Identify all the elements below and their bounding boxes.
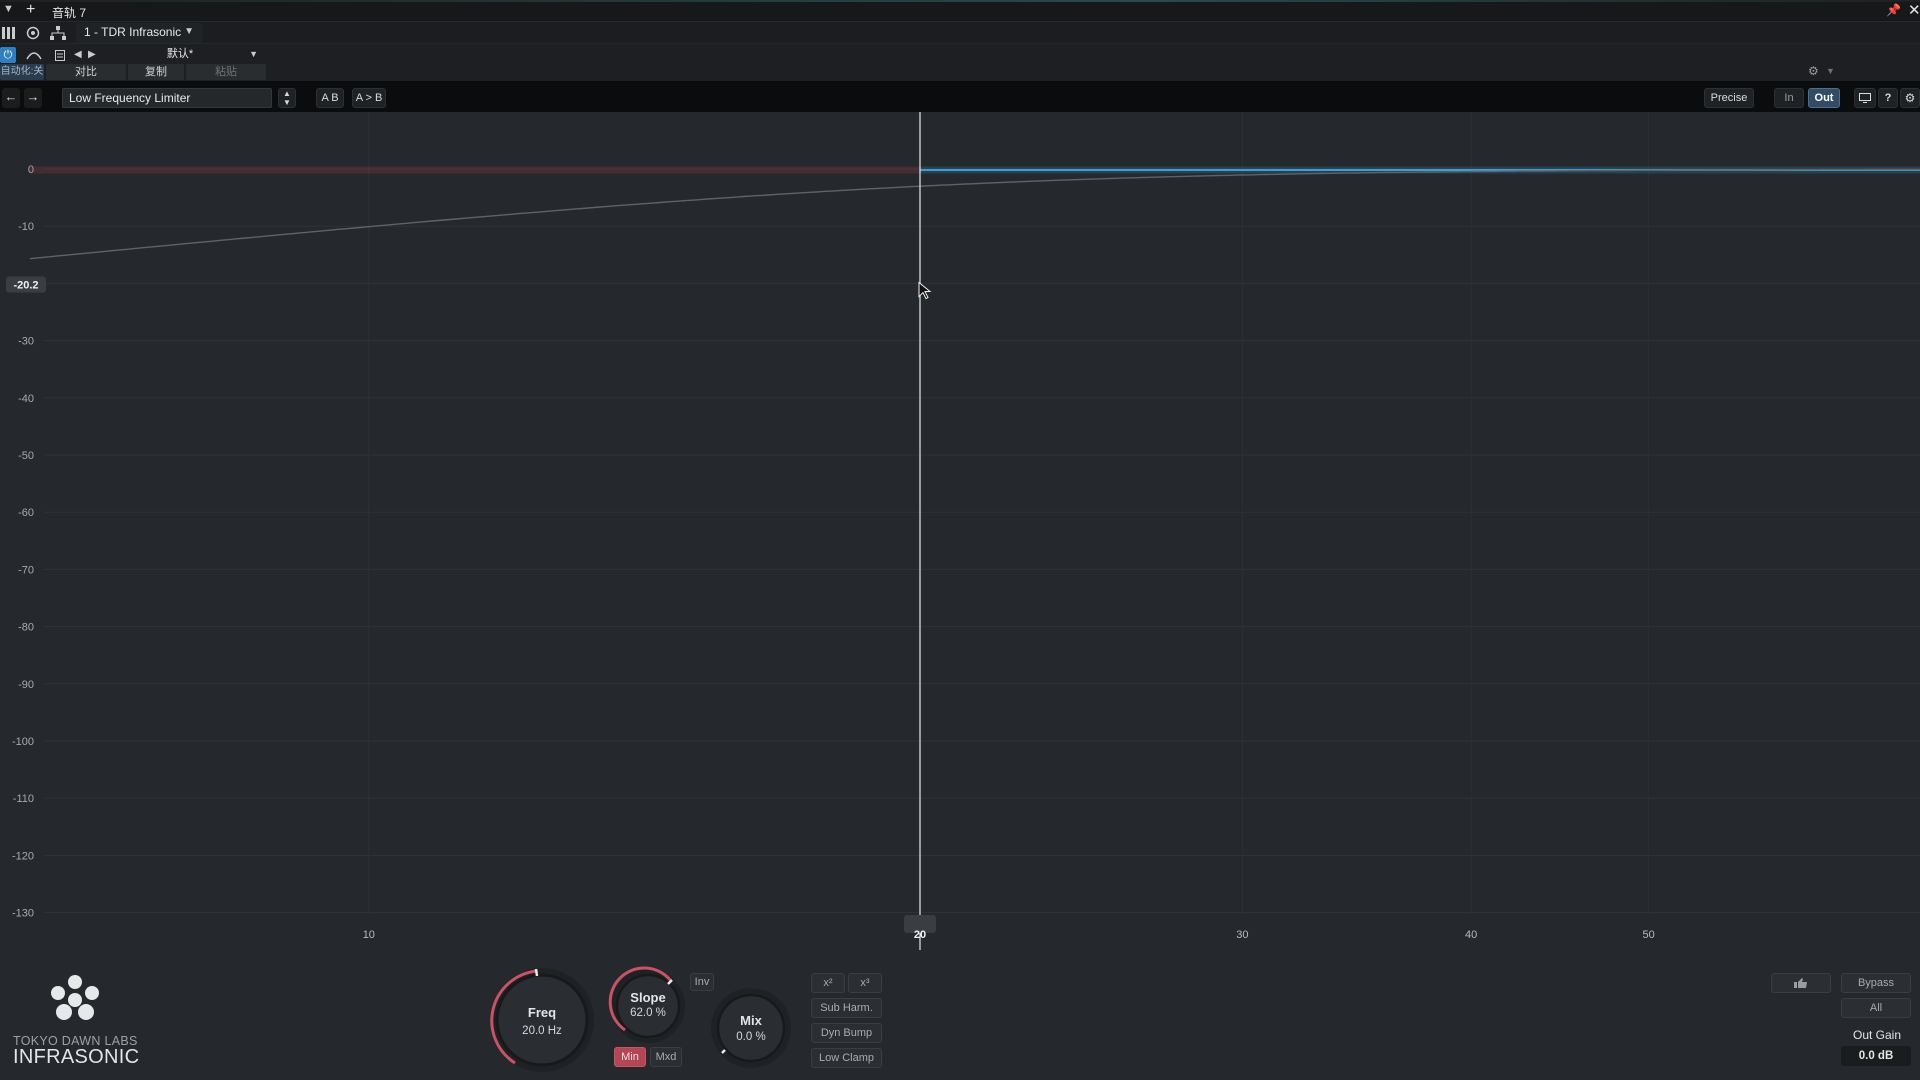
y-axis-tick-label: -50 bbox=[18, 450, 34, 462]
copy-button[interactable]: 复制 bbox=[128, 64, 184, 80]
menu-chevron-icon[interactable]: ▼ bbox=[3, 3, 14, 15]
y-axis-tick-label: -80 bbox=[18, 622, 34, 634]
cursor-db-readout: -20.2 bbox=[13, 280, 38, 292]
cursor-freq-readout: 20 bbox=[914, 929, 926, 941]
network-icon[interactable] bbox=[50, 26, 66, 40]
y-axis-tick-label: -100 bbox=[12, 736, 34, 748]
y-axis-tick-label: -70 bbox=[18, 564, 34, 576]
mix-value: 0.0 % bbox=[736, 1031, 765, 1043]
host-preset-select[interactable]: 默认* ▼ bbox=[100, 47, 260, 62]
response-graph[interactable]: 0-10-20-30-40-50-60-70-80-90-100-110-120… bbox=[0, 112, 1920, 950]
graph-canvas[interactable]: 0-10-20-30-40-50-60-70-80-90-100-110-120… bbox=[0, 112, 1920, 950]
filter-response-curve bbox=[29, 168, 1920, 260]
preset-stepper[interactable]: ▲ ▼ bbox=[278, 88, 296, 108]
meter-in-button[interactable]: In bbox=[1774, 88, 1804, 108]
ab-toggle[interactable]: A B bbox=[316, 88, 344, 108]
out-gain-value[interactable]: 0.0 dB bbox=[1841, 1046, 1911, 1066]
chevron-down-icon: ▼ bbox=[184, 26, 194, 37]
host-preset-name: 默认* bbox=[166, 48, 194, 60]
x2-harmonic-button[interactable]: x² bbox=[811, 973, 845, 993]
paste-button[interactable]: 粘贴 bbox=[186, 64, 266, 80]
brand-product: INFRASONIC bbox=[13, 1046, 140, 1068]
titlebar-accent bbox=[0, 0, 1920, 2]
y-axis-tick-label: -120 bbox=[12, 850, 34, 862]
help-button[interactable]: ? bbox=[1878, 88, 1898, 108]
y-axis-tick-label: -60 bbox=[18, 507, 34, 519]
dyn-bump-button[interactable]: Dyn Bump bbox=[811, 1023, 882, 1043]
gear-icon[interactable]: ⚙ bbox=[1808, 64, 1819, 78]
rack-icon[interactable] bbox=[2, 27, 16, 39]
host-toolbar: 1 - TDR Infrasonic ▼ bbox=[0, 22, 1920, 44]
mixed-phase-button[interactable]: Mxd bbox=[650, 1047, 682, 1067]
bypass-all-button[interactable]: All bbox=[1841, 998, 1911, 1018]
preset-select[interactable]: Low Frequency Limiter bbox=[62, 88, 272, 108]
freq-value: 20.0 Hz bbox=[522, 1025, 562, 1037]
x-axis-tick-label: 30 bbox=[1236, 929, 1248, 941]
freq-label: Freq bbox=[528, 1005, 556, 1020]
power-icon[interactable]: ⏻ bbox=[0, 47, 16, 63]
window-title: 音轨 7 bbox=[52, 6, 87, 20]
chevron-down-icon[interactable]: ▼ bbox=[1826, 66, 1835, 76]
tdr-logo-icon bbox=[51, 975, 99, 1020]
mix-label: Mix bbox=[740, 1013, 762, 1028]
invert-button[interactable]: Inv bbox=[690, 973, 714, 991]
y-axis-tick-label: -40 bbox=[18, 393, 34, 405]
sub-harm-button[interactable]: Sub Harm. bbox=[811, 998, 882, 1018]
compare-button[interactable]: 对比 bbox=[46, 64, 126, 80]
next-preset-icon[interactable]: ▶ bbox=[88, 49, 96, 60]
bypass-button[interactable]: Bypass bbox=[1841, 973, 1911, 993]
automation-toggle[interactable]: 自动化:关 bbox=[0, 64, 44, 80]
freq-knob[interactable]: Freq 20.0 Hz bbox=[490, 968, 594, 1072]
window-titlebar: ▼ + 音轨 7 📌 ✕ bbox=[0, 0, 1920, 22]
grid-lines bbox=[44, 112, 1920, 914]
x-axis-tick-label: 10 bbox=[363, 929, 375, 941]
meter-out-button[interactable]: Out bbox=[1808, 88, 1840, 108]
plugin-slot-select[interactable]: 1 - TDR Infrasonic ▼ bbox=[76, 23, 202, 43]
slope-label: Slope bbox=[630, 990, 665, 1005]
chevron-down-icon: ▼ bbox=[249, 49, 258, 59]
host-preset-bar: ⏻ ◀ ▶ 默认* ▼ 自动化:关 对比 复制 粘贴 ⚙ ▼ bbox=[0, 44, 1920, 82]
y-axis-tick-label: -90 bbox=[18, 679, 34, 691]
min-phase-button[interactable]: Min bbox=[614, 1047, 646, 1067]
plugin-header: ← → Low Frequency Limiter ▲ ▼ A B A > B P… bbox=[0, 82, 1920, 112]
automation-icon[interactable] bbox=[26, 49, 42, 61]
pin-icon[interactable]: 📌 bbox=[1886, 3, 1901, 17]
undo-arrow-icon[interactable]: ← bbox=[2, 88, 20, 108]
preset-file-icon[interactable] bbox=[55, 50, 65, 61]
redo-arrow-icon[interactable]: → bbox=[24, 88, 42, 108]
y-axis-tick-label: -10 bbox=[18, 221, 34, 233]
control-panel: TOKYO DAWN LABS INFRASONIC Freq 20.0 Hz … bbox=[0, 950, 1920, 1080]
plugin-slot-label: 1 - TDR Infrasonic bbox=[84, 25, 182, 39]
add-icon[interactable]: + bbox=[26, 1, 35, 19]
thumbs-up-icon[interactable] bbox=[1771, 973, 1831, 993]
close-icon[interactable]: ✕ bbox=[1908, 1, 1920, 19]
preset-name: Low Frequency Limiter bbox=[69, 91, 191, 105]
x-axis-labels: 510304050100150200 bbox=[363, 929, 1655, 941]
precise-button[interactable]: Precise bbox=[1704, 88, 1754, 108]
y-axis-tick-label: -130 bbox=[12, 908, 34, 920]
routing-icon[interactable] bbox=[26, 26, 40, 40]
previous-preset-icon[interactable]: ◀ bbox=[74, 49, 82, 60]
display-icon[interactable] bbox=[1854, 88, 1876, 108]
copy-a-to-b-button[interactable]: A > B bbox=[352, 88, 386, 108]
y-axis-tick-label: -110 bbox=[13, 793, 34, 805]
low-clamp-button[interactable]: Low Clamp bbox=[811, 1048, 882, 1068]
out-gain-label: Out Gain bbox=[1852, 1028, 1902, 1042]
settings-gear-icon[interactable]: ⚙ bbox=[1900, 88, 1920, 108]
slope-knob[interactable]: Slope 62.0 % bbox=[608, 966, 685, 1043]
slope-value: 62.0 % bbox=[630, 1007, 666, 1019]
x-axis-tick-label: 50 bbox=[1643, 929, 1655, 941]
x-axis-tick-label: 40 bbox=[1465, 929, 1477, 941]
y-axis-tick-label: -30 bbox=[18, 336, 34, 348]
mix-knob[interactable]: Mix 0.0 % bbox=[711, 988, 791, 1068]
x3-harmonic-button[interactable]: x³ bbox=[848, 973, 882, 993]
